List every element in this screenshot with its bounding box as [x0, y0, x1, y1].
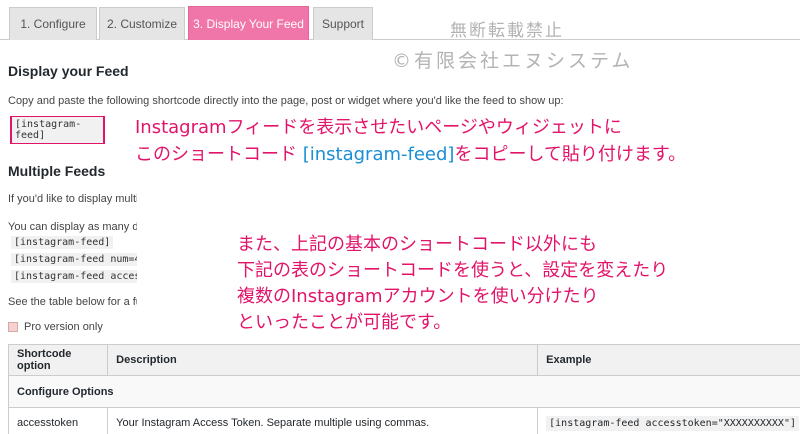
option-example[interactable]: [instagram-feed accesstoken="XXXXXXXXXX"… [546, 415, 799, 431]
tab-label: 3. Display Your Feed [193, 16, 304, 31]
annotation-code: [instagram-feed] [302, 144, 455, 165]
tab-label: Support [321, 17, 365, 31]
code-example: [instagram-feed] [11, 236, 114, 249]
annotation-shortcode: Instagramフィードを表示させたいページやウィジェットに このショートコー… [135, 114, 686, 168]
tab-configure[interactable]: 1. Configure [9, 7, 97, 40]
table-header: Example [537, 344, 800, 376]
pro-legend-swatch [8, 322, 18, 332]
table-header-row: Shortcode option Description Example [7, 344, 800, 376]
table-header: Shortcode option [7, 344, 109, 376]
table-row: accesstoken Your Instagram Access Token.… [7, 407, 800, 434]
tab-bar: 1. Configure 2. Customize 3. Display You… [0, 0, 800, 40]
tab-display-your-feed[interactable]: 3. Display Your Feed [188, 6, 309, 40]
multiple-feeds-text: You can display as many di [8, 221, 141, 233]
annotation-line: 下記の表のショートコードを使うと、設定を変えたり [237, 260, 669, 281]
table-section-row: Configure Options [8, 375, 800, 408]
section-title: Configure Options [8, 375, 800, 408]
annotation-line: 複数のInstagramアカウントを使い分けたり [237, 286, 599, 307]
table-intro: See the table below for a fu [8, 296, 142, 308]
annotation-line: また、上記の基本のショートコード以外にも [237, 234, 597, 255]
shortcode-text[interactable]: [instagram-feed] [12, 117, 103, 143]
tab-support[interactable]: Support [313, 7, 373, 40]
annotation-line: といったことが可能です。 [237, 312, 452, 333]
code-example: [instagram-feed access [11, 270, 150, 283]
table-header: Description [107, 344, 539, 376]
pro-legend-label: Pro version only [24, 321, 103, 333]
annotation-text: をコピーして貼り付けます。 [454, 144, 687, 165]
annotation-explanation: また、上記の基本のショートコード以外にも 下記の表のショートコードを使うと、設定… [237, 232, 668, 336]
option-example-cell: [instagram-feed accesstoken="XXXXXXXXXX"… [537, 407, 800, 434]
annotation-line: このショートコード [instagram-feed]をコピーして貼り付けます。 [135, 141, 686, 168]
watermark-line2: ©有限会社エヌシステム [392, 50, 634, 72]
watermark-line1: 無断転載禁止 [450, 21, 564, 41]
option-description: Your Instagram Access Token. Separate mu… [107, 407, 539, 434]
code-example: [instagram-feed num=4 [11, 253, 144, 266]
display-feed-heading: Display your Feed [8, 63, 129, 79]
display-feed-description: Copy and paste the following shortcode d… [8, 95, 564, 107]
tab-customize[interactable]: 2. Customize [99, 7, 185, 40]
annotation-text: このショートコード [135, 144, 297, 165]
multiple-feeds-heading: Multiple Feeds [8, 163, 106, 179]
tab-label: 1. Configure [20, 17, 86, 31]
shortcode-options-table: Shortcode option Description Example Con… [7, 344, 800, 434]
annotation-line: Instagramフィードを表示させたいページやウィジェットに [135, 117, 622, 138]
tab-label: 2. Customize [106, 17, 178, 31]
pro-version-legend: Pro version only [8, 321, 103, 333]
option-name: accesstoken [7, 407, 109, 434]
shortcode-highlight-box: [instagram-feed] [10, 116, 105, 144]
multiple-feeds-intro: If you'd like to display multi [8, 193, 139, 205]
